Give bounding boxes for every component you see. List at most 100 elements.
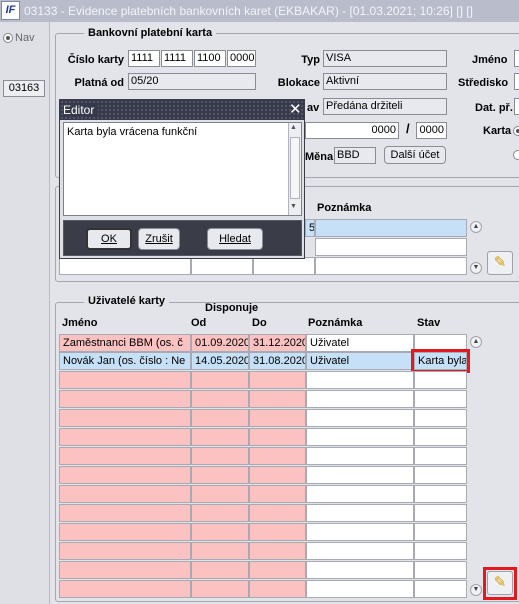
notes-cell-b3[interactable] (191, 257, 253, 275)
users-empty-row-note[interactable] (306, 409, 414, 427)
valid-from-field[interactable]: 05/20 (128, 73, 256, 90)
users-row-2-note[interactable]: Uživatel (306, 352, 414, 370)
notes-cell-partial[interactable]: 5 (305, 219, 315, 237)
users-empty-row-state[interactable] (414, 580, 467, 598)
users-empty-row-from[interactable] (191, 466, 249, 484)
users-empty-row-note[interactable] (306, 447, 414, 465)
search-button[interactable]: Hledat (207, 228, 263, 250)
users-empty-row-to[interactable] (249, 371, 306, 389)
editor-scroll-thumb[interactable] (290, 137, 300, 199)
users-empty-row-to[interactable] (249, 523, 306, 541)
users-empty-row-state[interactable] (414, 523, 467, 541)
users-empty-row-to[interactable] (249, 542, 306, 560)
currency-field[interactable]: BBD (334, 147, 376, 164)
notes-scroll-up-icon[interactable]: ▲ (470, 221, 482, 233)
type-field[interactable]: VISA (323, 50, 447, 67)
users-empty-row-note[interactable] (306, 580, 414, 598)
users-empty-row-note[interactable] (306, 504, 414, 522)
users-empty-row-note[interactable] (306, 523, 414, 541)
ok-button[interactable]: OK (86, 228, 132, 250)
users-empty-row-name[interactable] (59, 485, 191, 503)
users-empty-row-note[interactable] (306, 561, 414, 579)
users-empty-row-name[interactable] (59, 466, 191, 484)
blocking-field[interactable]: Aktivní (323, 73, 447, 90)
users-empty-row-to[interactable] (249, 504, 306, 522)
users-empty-row-name[interactable] (59, 542, 191, 560)
amount-field-2[interactable]: 0000 (416, 122, 447, 139)
notes-cell-c3[interactable] (253, 257, 315, 275)
editor-scroll-up-icon[interactable]: ▲ (290, 124, 297, 131)
users-empty-row-to[interactable] (249, 447, 306, 465)
users-empty-row-name[interactable] (59, 428, 191, 446)
users-empty-row-from[interactable] (191, 561, 249, 579)
users-empty-row-name[interactable] (59, 561, 191, 579)
name-field[interactable] (514, 50, 519, 67)
users-empty-row-from[interactable] (191, 390, 249, 408)
users-empty-row-state[interactable] (414, 542, 467, 560)
users-empty-row-to[interactable] (249, 485, 306, 503)
notes-cell-note-3[interactable] (315, 257, 467, 275)
users-row-2-name[interactable]: Novák Jan (os. číslo : Ne (59, 352, 191, 370)
card-radio-2[interactable] (513, 150, 519, 160)
users-empty-row-from[interactable] (191, 485, 249, 503)
notes-cell-note-1[interactable] (315, 219, 467, 237)
card-radio-1[interactable] (513, 126, 519, 136)
users-empty-row-to[interactable] (249, 409, 306, 427)
state-field[interactable]: Předána držiteli (323, 98, 447, 115)
cancel-button[interactable]: Zrušit (138, 228, 180, 250)
users-empty-row-from[interactable] (191, 504, 249, 522)
notes-cell-note-2[interactable] (315, 238, 467, 256)
users-empty-row-to[interactable] (249, 390, 306, 408)
close-icon[interactable]: ✕ (289, 102, 302, 118)
users-empty-row-state[interactable] (414, 561, 467, 579)
users-empty-row-state[interactable] (414, 504, 467, 522)
next-account-button[interactable]: Další účet (384, 146, 446, 164)
users-row-1-from[interactable]: 01.09.2020 (191, 334, 249, 352)
users-row-1-note[interactable]: Uživatel (306, 334, 414, 352)
users-empty-row-to[interactable] (249, 428, 306, 446)
users-row-1-to[interactable]: 31.12.2020 (249, 334, 306, 352)
users-row-2-from[interactable]: 14.05.2020 (191, 352, 249, 370)
users-scroll-up-icon[interactable]: ▲ (470, 336, 482, 348)
users-scroll-down-icon[interactable]: ▼ (470, 584, 482, 596)
users-empty-row-name[interactable] (59, 523, 191, 541)
center-field[interactable] (514, 73, 519, 90)
users-empty-row-state[interactable] (414, 447, 467, 465)
record-code[interactable]: 03163 (3, 80, 45, 97)
users-empty-row-note[interactable] (306, 371, 414, 389)
users-empty-row-note[interactable] (306, 390, 414, 408)
users-empty-row-name[interactable] (59, 504, 191, 522)
users-empty-row-from[interactable] (191, 580, 249, 598)
users-row-1-name[interactable]: Zaměstnanci BBM (os. č (59, 334, 191, 352)
users-empty-row-state[interactable] (414, 466, 467, 484)
users-empty-row-to[interactable] (249, 580, 306, 598)
editor-scrollbar[interactable]: ▲ ▼ (288, 123, 301, 215)
users-empty-row-state[interactable] (414, 485, 467, 503)
users-empty-row-state[interactable] (414, 371, 467, 389)
users-empty-row-from[interactable] (191, 542, 249, 560)
amount-field-1[interactable]: 0000 (305, 122, 399, 139)
users-empty-row-from[interactable] (191, 371, 249, 389)
users-row-2-to[interactable]: 31.08.2020 (249, 352, 306, 370)
notes-edit-button[interactable]: ✎ (487, 251, 513, 275)
users-empty-row-state[interactable] (414, 390, 467, 408)
users-empty-row-state[interactable] (414, 428, 467, 446)
users-empty-row-note[interactable] (306, 466, 414, 484)
users-empty-row-name[interactable] (59, 580, 191, 598)
users-empty-row-name[interactable] (59, 409, 191, 427)
editor-scroll-down-icon[interactable]: ▼ (290, 203, 297, 210)
users-empty-row-note[interactable] (306, 542, 414, 560)
users-empty-row-name[interactable] (59, 447, 191, 465)
nav-radio[interactable] (3, 33, 13, 43)
notes-cell-a3[interactable] (59, 257, 191, 275)
notes-scroll-down-icon[interactable]: ▼ (470, 262, 482, 274)
card-number-part-4[interactable]: 0000 (227, 50, 256, 67)
users-empty-row-note[interactable] (306, 485, 414, 503)
users-empty-row-to[interactable] (249, 561, 306, 579)
card-number-part-2[interactable]: 1111 (161, 50, 193, 67)
users-empty-row-note[interactable] (306, 428, 414, 446)
editor-textarea[interactable]: Karta byla vrácena funkční ▲ ▼ (63, 122, 302, 216)
users-empty-row-name[interactable] (59, 390, 191, 408)
users-empty-row-name[interactable] (59, 371, 191, 389)
card-number-part-1[interactable]: 1111 (128, 50, 160, 67)
